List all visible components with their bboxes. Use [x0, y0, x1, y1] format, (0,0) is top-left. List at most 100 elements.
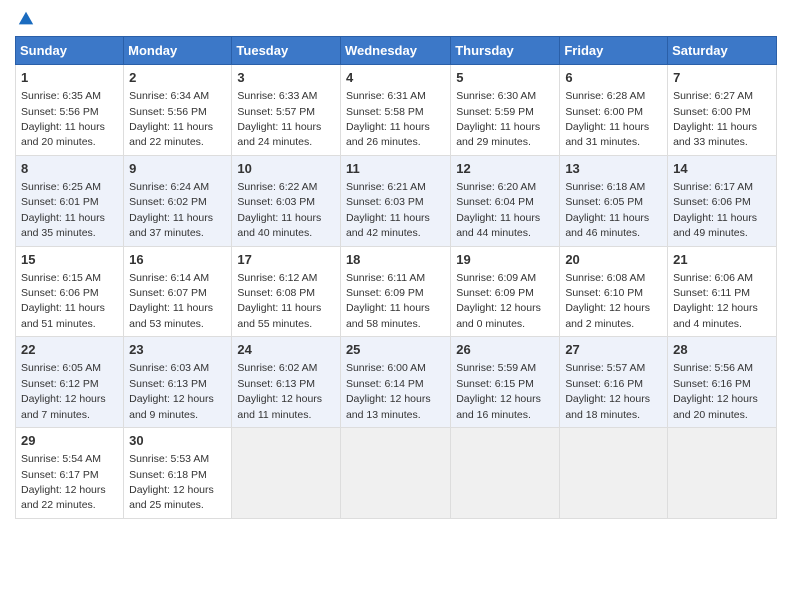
- calendar-day-6: 6 Sunrise: 6:28 AMSunset: 6:00 PMDaylight…: [560, 65, 668, 156]
- day-info: Sunrise: 6:21 AMSunset: 6:03 PMDaylight:…: [346, 181, 430, 239]
- calendar-day-empty: [668, 428, 777, 519]
- header-tuesday: Tuesday: [232, 37, 341, 65]
- logo-icon: [17, 10, 35, 28]
- day-num: 6: [565, 69, 662, 87]
- day-info: Sunrise: 6:02 AMSunset: 6:13 PMDaylight:…: [237, 362, 322, 420]
- header-saturday: Saturday: [668, 37, 777, 65]
- day-num: 9: [129, 160, 226, 178]
- calendar-day-28: 28Sunrise: 5:56 AMSunset: 6:16 PMDayligh…: [668, 337, 777, 428]
- day-num: 7: [673, 69, 771, 87]
- day-num: 5: [456, 69, 554, 87]
- day-num: 23: [129, 341, 226, 359]
- calendar-day-18: 18 Sunrise: 6:11 AMSunset: 6:09 PMDayligh…: [340, 246, 450, 337]
- day-info: Sunrise: 6:34 AMSunset: 5:56 PMDaylight:…: [129, 90, 213, 148]
- calendar-day-20: 20 Sunrise: 6:08 AMSunset: 6:10 PMDayligh…: [560, 246, 668, 337]
- day-info: Sunrise: 6:35 AMSunset: 5:56 PMDaylight:…: [21, 90, 105, 148]
- day-num: 13: [565, 160, 662, 178]
- calendar-day-27: 27 Sunrise: 5:57 AMSunset: 6:16 PMDayligh…: [560, 337, 668, 428]
- day-info: Sunrise: 6:00 AMSunset: 6:14 PMDaylight:…: [346, 362, 431, 420]
- calendar-day-17: 17 Sunrise: 6:12 AMSunset: 6:08 PMDayligh…: [232, 246, 341, 337]
- day-num: 26: [456, 341, 554, 359]
- header-sunday: Sunday: [16, 37, 124, 65]
- day-num: 2: [129, 69, 226, 87]
- calendar-day-empty: [340, 428, 450, 519]
- day-info: Sunrise: 6:18 AMSunset: 6:05 PMDaylight:…: [565, 181, 649, 239]
- calendar-day-23: 23 Sunrise: 6:03 AMSunset: 6:13 PMDayligh…: [124, 337, 232, 428]
- calendar-day-10: 10 Sunrise: 6:22 AMSunset: 6:03 PMDayligh…: [232, 155, 341, 246]
- day-info: Sunrise: 6:27 AMSunset: 6:00 PMDaylight:…: [673, 90, 757, 148]
- day-info: Sunrise: 6:12 AMSunset: 6:08 PMDaylight:…: [237, 272, 321, 330]
- day-num: 29: [21, 432, 118, 450]
- header-friday: Friday: [560, 37, 668, 65]
- calendar-day-14: 14 Sunrise: 6:17 AMSunset: 6:06 PMDayligh…: [668, 155, 777, 246]
- day-num: 30: [129, 432, 226, 450]
- calendar-day-empty: [232, 428, 341, 519]
- day-info: Sunrise: 6:15 AMSunset: 6:06 PMDaylight:…: [21, 272, 105, 330]
- day-num: 25: [346, 341, 445, 359]
- calendar-day-16: 16Sunrise: 6:14 AMSunset: 6:07 PMDayligh…: [124, 246, 232, 337]
- day-info: Sunrise: 6:22 AMSunset: 6:03 PMDaylight:…: [237, 181, 321, 239]
- day-num: 14: [673, 160, 771, 178]
- day-num: 12: [456, 160, 554, 178]
- calendar-week-2: 8Sunrise: 6:25 AMSunset: 6:01 PMDaylight…: [16, 155, 777, 246]
- day-num: 18: [346, 251, 445, 269]
- day-num: 17: [237, 251, 335, 269]
- calendar-day-26: 26Sunrise: 5:59 AMSunset: 6:15 PMDayligh…: [451, 337, 560, 428]
- calendar-day-15: 15Sunrise: 6:15 AMSunset: 6:06 PMDayligh…: [16, 246, 124, 337]
- page-header: [15, 10, 777, 28]
- day-info: Sunrise: 6:17 AMSunset: 6:06 PMDaylight:…: [673, 181, 757, 239]
- day-info: Sunrise: 6:11 AMSunset: 6:09 PMDaylight:…: [346, 272, 430, 330]
- day-num: 24: [237, 341, 335, 359]
- header-thursday: Thursday: [451, 37, 560, 65]
- day-info: Sunrise: 6:28 AMSunset: 6:00 PMDaylight:…: [565, 90, 649, 148]
- day-num: 3: [237, 69, 335, 87]
- calendar-header-row: SundayMondayTuesdayWednesdayThursdayFrid…: [16, 37, 777, 65]
- day-info: Sunrise: 6:24 AMSunset: 6:02 PMDaylight:…: [129, 181, 213, 239]
- calendar-day-5: 5Sunrise: 6:30 AMSunset: 5:59 PMDaylight…: [451, 65, 560, 156]
- day-num: 21: [673, 251, 771, 269]
- day-info: Sunrise: 6:03 AMSunset: 6:13 PMDaylight:…: [129, 362, 214, 420]
- calendar-day-21: 21 Sunrise: 6:06 AMSunset: 6:11 PMDayligh…: [668, 246, 777, 337]
- calendar-day-4: 4Sunrise: 6:31 AMSunset: 5:58 PMDaylight…: [340, 65, 450, 156]
- calendar-day-9: 9 Sunrise: 6:24 AMSunset: 6:02 PMDaylight…: [124, 155, 232, 246]
- day-info: Sunrise: 6:31 AMSunset: 5:58 PMDaylight:…: [346, 90, 430, 148]
- day-info: Sunrise: 6:20 AMSunset: 6:04 PMDaylight:…: [456, 181, 540, 239]
- calendar-week-1: 1Sunrise: 6:35 AMSunset: 5:56 PMDaylight…: [16, 65, 777, 156]
- calendar-day-30: 30 Sunrise: 5:53 AMSunset: 6:18 PMDayligh…: [124, 428, 232, 519]
- calendar-week-4: 22 Sunrise: 6:05 AMSunset: 6:12 PMDayligh…: [16, 337, 777, 428]
- calendar-day-13: 13 Sunrise: 6:18 AMSunset: 6:05 PMDayligh…: [560, 155, 668, 246]
- day-info: Sunrise: 6:33 AMSunset: 5:57 PMDaylight:…: [237, 90, 321, 148]
- calendar-week-3: 15Sunrise: 6:15 AMSunset: 6:06 PMDayligh…: [16, 246, 777, 337]
- calendar-table: SundayMondayTuesdayWednesdayThursdayFrid…: [15, 36, 777, 519]
- calendar-day-29: 29 Sunrise: 5:54 AMSunset: 6:17 PMDayligh…: [16, 428, 124, 519]
- calendar-day-1: 1Sunrise: 6:35 AMSunset: 5:56 PMDaylight…: [16, 65, 124, 156]
- calendar-day-empty: [451, 428, 560, 519]
- calendar-day-25: 25 Sunrise: 6:00 AMSunset: 6:14 PMDayligh…: [340, 337, 450, 428]
- day-info: Sunrise: 6:06 AMSunset: 6:11 PMDaylight:…: [673, 272, 758, 330]
- calendar-day-19: 19Sunrise: 6:09 AMSunset: 6:09 PMDayligh…: [451, 246, 560, 337]
- day-num: 19: [456, 251, 554, 269]
- day-num: 8: [21, 160, 118, 178]
- day-num: 10: [237, 160, 335, 178]
- day-num: 27: [565, 341, 662, 359]
- day-info: Sunrise: 5:57 AMSunset: 6:16 PMDaylight:…: [565, 362, 650, 420]
- day-num: 11: [346, 160, 445, 178]
- calendar-day-empty: [560, 428, 668, 519]
- calendar-day-24: 24 Sunrise: 6:02 AMSunset: 6:13 PMDayligh…: [232, 337, 341, 428]
- day-info: Sunrise: 6:08 AMSunset: 6:10 PMDaylight:…: [565, 272, 650, 330]
- day-info: Sunrise: 5:54 AMSunset: 6:17 PMDaylight:…: [21, 453, 106, 511]
- calendar-day-22: 22 Sunrise: 6:05 AMSunset: 6:12 PMDayligh…: [16, 337, 124, 428]
- calendar-day-2: 2 Sunrise: 6:34 AMSunset: 5:56 PMDaylight…: [124, 65, 232, 156]
- day-info: Sunrise: 5:53 AMSunset: 6:18 PMDaylight:…: [129, 453, 214, 511]
- header-wednesday: Wednesday: [340, 37, 450, 65]
- calendar-day-8: 8Sunrise: 6:25 AMSunset: 6:01 PMDaylight…: [16, 155, 124, 246]
- calendar-day-11: 11 Sunrise: 6:21 AMSunset: 6:03 PMDayligh…: [340, 155, 450, 246]
- logo: [15, 10, 35, 28]
- day-num: 20: [565, 251, 662, 269]
- day-num: 16: [129, 251, 226, 269]
- calendar-day-12: 12 Sunrise: 6:20 AMSunset: 6:04 PMDayligh…: [451, 155, 560, 246]
- calendar-week-5: 29 Sunrise: 5:54 AMSunset: 6:17 PMDayligh…: [16, 428, 777, 519]
- day-info: Sunrise: 6:05 AMSunset: 6:12 PMDaylight:…: [21, 362, 106, 420]
- day-num: 22: [21, 341, 118, 359]
- header-monday: Monday: [124, 37, 232, 65]
